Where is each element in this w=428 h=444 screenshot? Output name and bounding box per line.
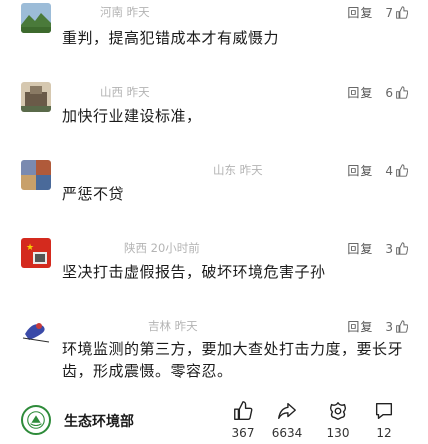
comment-icon xyxy=(375,402,393,420)
like-button[interactable]: 3 xyxy=(385,320,408,334)
comment-text: 环境监测的第三方，要加大查处打击力度，要长牙齿，形成震慑。零容忍。 xyxy=(62,340,404,380)
reply-button[interactable]: 回复 xyxy=(347,318,373,335)
like-total: 367 xyxy=(231,426,255,440)
like-button[interactable]: 3 xyxy=(385,242,408,256)
comment-text: 严惩不贷 xyxy=(62,185,125,203)
comment-total: 12 xyxy=(376,426,392,440)
thumbs-up-icon xyxy=(396,86,408,99)
comment-location-time: 山东 昨天 xyxy=(213,163,263,177)
reply-button[interactable]: 回复 xyxy=(347,162,373,179)
like-count: 7 xyxy=(385,5,393,20)
svg-text:★: ★ xyxy=(26,243,34,253)
thumbs-up-icon xyxy=(396,320,408,333)
user-avatar[interactable]: ★ xyxy=(21,238,51,268)
like-button[interactable]: 4 xyxy=(385,164,408,178)
thumbs-up-icon xyxy=(396,6,408,19)
user-avatar[interactable] xyxy=(21,316,51,346)
comment-location-time: 吉林 昨天 xyxy=(148,319,198,333)
comment-location-time: 陕西 20小时前 xyxy=(124,241,200,255)
like-count: 6 xyxy=(385,85,393,100)
user-avatar[interactable] xyxy=(21,3,51,33)
thumbs-up-icon xyxy=(234,401,253,420)
comment-location-time: 山西 昨天 xyxy=(100,85,150,99)
share-action[interactable]: 6634 xyxy=(267,400,307,440)
user-avatar[interactable] xyxy=(21,82,51,112)
like-count: 3 xyxy=(385,241,393,256)
like-count: 4 xyxy=(385,163,393,178)
comment-text: 加快行业建设标准， xyxy=(62,107,202,125)
thumbs-up-icon xyxy=(396,242,408,255)
comment-text: 重判，提高犯错成本才有威慑力 xyxy=(62,29,280,47)
bottom-action-bar: 生态环境部 367 6634 130 12 xyxy=(0,394,428,444)
ministry-emblem-icon[interactable] xyxy=(21,405,51,435)
share-icon xyxy=(278,402,296,420)
user-avatar[interactable] xyxy=(21,160,51,190)
reply-button[interactable]: 回复 xyxy=(347,84,373,101)
thumbs-up-icon xyxy=(396,164,408,177)
like-count: 3 xyxy=(385,319,393,334)
favorite-action[interactable]: 130 xyxy=(318,400,358,440)
favorite-total: 130 xyxy=(326,426,350,440)
like-button[interactable]: 7 xyxy=(385,6,408,20)
reply-button[interactable]: 回复 xyxy=(347,240,373,257)
comment-action[interactable]: 12 xyxy=(364,400,404,440)
like-action[interactable]: 367 xyxy=(223,400,263,440)
share-total: 6634 xyxy=(271,426,303,440)
reply-button[interactable]: 回复 xyxy=(347,4,373,21)
account-name[interactable]: 生态环境部 xyxy=(64,411,134,431)
favorite-icon xyxy=(329,402,347,420)
like-button[interactable]: 6 xyxy=(385,86,408,100)
comment-text: 坚决打击虚假报告，破坏环境危害子孙 xyxy=(62,263,326,281)
comment-location-time: 河南 昨天 xyxy=(100,5,150,19)
